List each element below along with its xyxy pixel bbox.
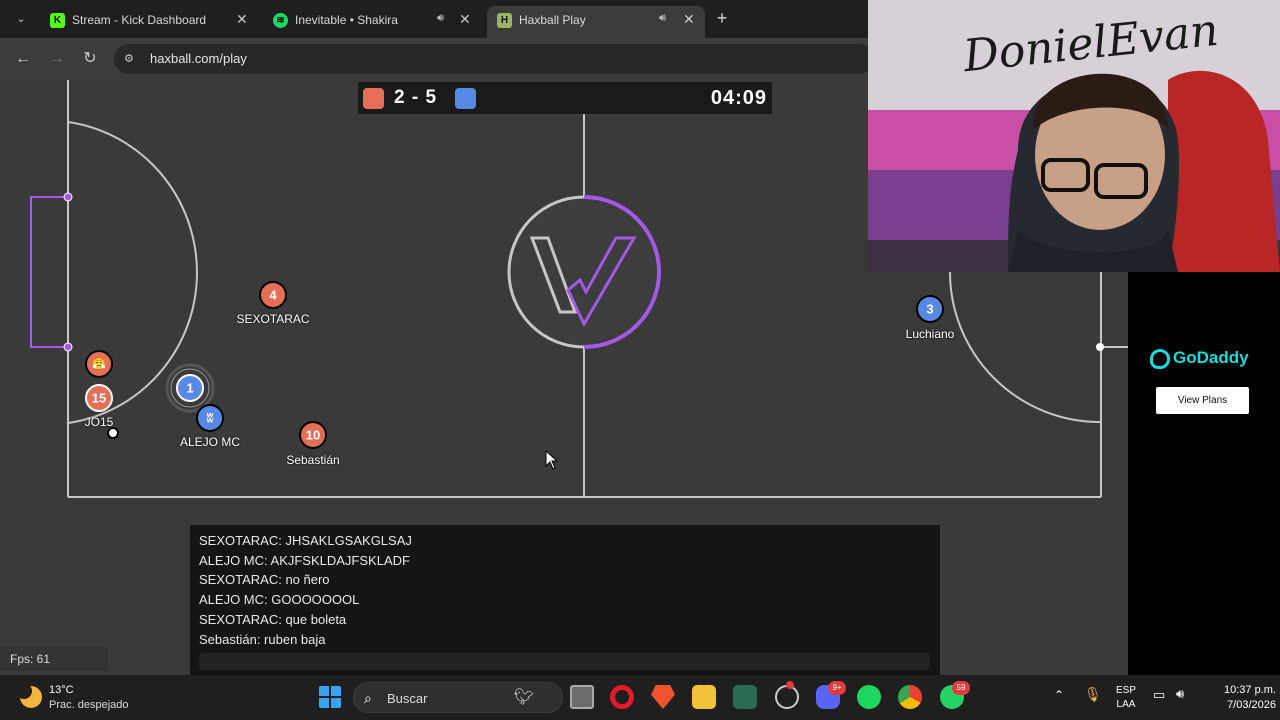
left-goal	[30, 196, 68, 348]
chat-message: ALEJO MC: GOOOOOOOL	[199, 592, 360, 607]
kick-icon: K	[50, 13, 65, 28]
speaker-icon[interactable]: 🔊︎	[437, 12, 444, 25]
godaddy-logo: GoDaddy	[1150, 348, 1249, 369]
score: 2 - 5	[394, 87, 438, 108]
site-settings-icon[interactable]: ⚙︎	[124, 52, 138, 66]
player-number: 1	[186, 380, 194, 396]
taskbar-search[interactable]: ⌕ Buscar 🐦︎	[353, 682, 563, 713]
app-icon[interactable]	[733, 685, 757, 709]
chrome-icon[interactable]	[898, 685, 922, 709]
player-number: 4	[269, 287, 277, 303]
player-name: Sebastián	[286, 453, 340, 467]
chat-message: ALEJO MC: AKJFSKLDAJFSKLADF	[199, 553, 410, 568]
weather-temp[interactable]: 13°C	[49, 684, 74, 696]
goal-post	[1096, 343, 1104, 351]
brave-icon[interactable]	[651, 685, 675, 709]
speaker-icon[interactable]: 🔊︎	[659, 12, 666, 25]
chat-input[interactable]	[199, 653, 930, 670]
close-tab-icon[interactable]: ✕	[236, 11, 248, 28]
red-team-swatch	[363, 88, 384, 109]
spotify-icon: ≋	[273, 13, 288, 28]
new-tab-button[interactable]: +	[712, 8, 732, 28]
match-timer: 04:09	[710, 87, 767, 109]
player-name: Luchiano	[905, 327, 955, 341]
tab-spotify[interactable]: ≋ Inevitable • Shakira 🔊︎ ✕	[263, 6, 485, 38]
player-number: 😤	[92, 358, 106, 371]
tab-search-chevron-icon[interactable]: ⌄	[10, 9, 32, 29]
blue-team-swatch	[455, 88, 476, 109]
browser-tab-bar: ⌄ K Stream - Kick Dashboard ✕ ≋ Inevitab…	[0, 0, 868, 38]
scoreboard: 2 - 5 04:09	[358, 82, 772, 114]
tab-title: Inevitable • Shakira	[295, 13, 398, 27]
weather-moon-icon[interactable]	[16, 683, 42, 708]
goal-post	[63, 342, 73, 352]
close-tab-icon[interactable]: ✕	[683, 11, 695, 28]
player-number: 10	[305, 427, 321, 443]
player-number: 15	[91, 390, 107, 406]
windows-start-icon[interactable]	[318, 685, 342, 709]
browser-toolbar: ← → ↻ ⚙︎ haxball.com/play	[0, 38, 874, 80]
player-number: ʬ	[206, 410, 214, 426]
player-name: ALEJO MC	[179, 435, 241, 449]
fps-counter: Fps: 61	[0, 647, 108, 671]
webcam-overlay: DonielEvan	[868, 0, 1280, 272]
godaddy-logo-icon	[1150, 348, 1170, 369]
player-number: 3	[926, 301, 934, 317]
chat-message: SEXOTARAC: JHSAKLGSAKGLSAJ	[199, 533, 412, 548]
view-plans-button[interactable]: View Plans	[1156, 387, 1249, 414]
back-icon[interactable]: ←	[12, 48, 34, 70]
microphone-icon[interactable]: 🎙︎	[1084, 686, 1102, 703]
address-bar[interactable]: ⚙︎ haxball.com/play	[114, 44, 874, 74]
task-view-icon[interactable]	[570, 685, 594, 709]
network-icon[interactable]: ▭	[1153, 687, 1165, 703]
tab-title: Stream - Kick Dashboard	[72, 13, 207, 27]
volume-icon[interactable]: 🔊︎	[1176, 686, 1184, 702]
player-name: SEXOTARAC	[236, 312, 310, 326]
ball	[107, 427, 119, 439]
left-area-arc	[67, 121, 198, 424]
chat-message: Sebastián: ruben baja	[199, 632, 326, 647]
tab-haxball[interactable]: H Haxball Play 🔊︎ ✕	[487, 6, 705, 38]
show-hidden-icons-chevron-icon[interactable]: ⌃	[1054, 688, 1064, 702]
ad-sidebar: GoDaddy View Plans	[1128, 272, 1280, 675]
goal-post	[63, 192, 73, 202]
url-text: haxball.com/play	[150, 51, 247, 66]
forward-icon[interactable]: →	[46, 48, 68, 70]
discord-badge: 9+	[828, 681, 846, 695]
opera-icon[interactable]	[610, 685, 634, 709]
haxball-icon: H	[497, 13, 512, 28]
windows-taskbar: 13°C Prac. despejado ⌕ Buscar 🐦︎ 9+ 59 ⌃…	[0, 675, 1280, 720]
search-highlight-icon: 🐦︎	[514, 689, 535, 706]
weather-description[interactable]: Prac. despejado	[49, 699, 129, 711]
language-indicator[interactable]: ESP LAA	[1112, 684, 1140, 712]
reload-icon[interactable]: ↻	[79, 48, 101, 70]
file-explorer-icon[interactable]	[692, 685, 716, 709]
chat-panel: SEXOTARAC: JHSAKLGSAKGLSAJ ALEJO MC: AKJ…	[190, 525, 940, 675]
search-icon: ⌕	[364, 690, 372, 706]
system-clock[interactable]: 10:37 p.m. 7/03/2026	[1196, 683, 1276, 713]
obs-icon[interactable]	[775, 685, 799, 709]
spotify-taskbar-icon[interactable]	[857, 685, 881, 709]
chat-message: SEXOTARAC: no ñero	[199, 572, 330, 587]
screen: ⌄ K Stream - Kick Dashboard ✕ ≋ Inevitab…	[0, 0, 1280, 720]
whatsapp-badge: 59	[952, 681, 970, 695]
close-tab-icon[interactable]: ✕	[459, 11, 471, 28]
notification-dot	[786, 681, 794, 689]
mouse-cursor-icon	[545, 450, 559, 470]
chat-message: SEXOTARAC: que boleta	[199, 612, 347, 627]
tab-title: Haxball Play	[519, 13, 586, 27]
player-name: JO15	[84, 415, 114, 429]
tab-kick-dashboard[interactable]: K Stream - Kick Dashboard ✕	[40, 6, 262, 38]
search-placeholder: Buscar	[387, 691, 428, 706]
